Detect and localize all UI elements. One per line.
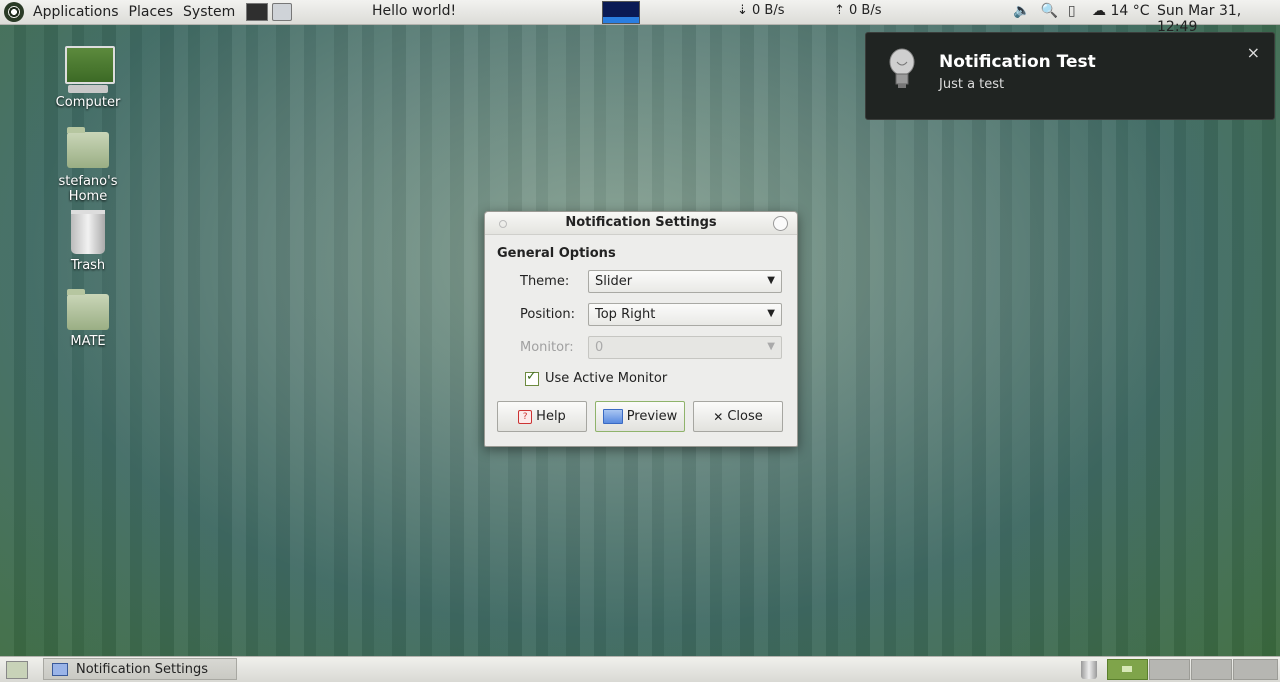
workspace-4[interactable] (1233, 659, 1278, 680)
help-button-label: Help (536, 409, 566, 424)
notification-settings-dialog: Notification Settings General Options Th… (484, 211, 798, 447)
use-active-monitor-checkbox[interactable]: Use Active Monitor (525, 369, 668, 386)
section-heading: General Options (497, 246, 616, 261)
notification-body: Just a test (939, 77, 1005, 92)
preview-button[interactable]: Preview (595, 401, 685, 432)
temperature-value: 14 °C (1110, 3, 1150, 19)
hello-text: Hello world! (372, 3, 457, 19)
dialog-title: Notification Settings (565, 215, 717, 230)
chevron-down-icon: ▼ (767, 308, 775, 319)
chevron-down-icon: ▼ (767, 341, 775, 352)
search-icon[interactable]: 🔍 (1040, 3, 1057, 19)
window-close-icon[interactable] (773, 216, 788, 231)
desktop-icon-label: Trash (70, 258, 106, 273)
desktop-icon-label: MATE (70, 334, 106, 349)
chevron-down-icon: ▼ (767, 275, 775, 286)
trash-applet-icon[interactable] (1081, 661, 1097, 679)
net-up-value: 0 B/s (849, 3, 882, 18)
workspace-2[interactable] (1149, 659, 1190, 680)
monitor-select: 0 ▼ (588, 336, 782, 359)
workspace-1[interactable] (1107, 659, 1148, 680)
weather-readout[interactable]: ☁ 14 °C (1092, 3, 1150, 19)
position-label: Position: (520, 307, 575, 322)
system-tray: 🔈 🔍 ▯ (1013, 3, 1076, 19)
desktop-icon-label: stefano's Home (58, 174, 118, 204)
taskbar-button-notification-settings[interactable]: Notification Settings (43, 658, 237, 680)
desktop-icon-trash[interactable]: Trash (43, 210, 133, 273)
theme-select-value: Slider (595, 274, 633, 289)
preview-button-label: Preview (626, 409, 678, 424)
monitor-select-value: 0 (595, 340, 604, 355)
terminal-launcher-icon[interactable] (246, 3, 269, 21)
taskbar-button-label: Notification Settings (76, 661, 209, 677)
menu-places[interactable]: Places (124, 4, 179, 20)
use-active-monitor-label: Use Active Monitor (545, 371, 668, 386)
desktop-icon-computer[interactable]: Computer (43, 46, 133, 110)
window-icon (52, 662, 68, 676)
lightbulb-icon (889, 48, 915, 88)
help-icon: ? (518, 409, 533, 424)
position-select-value: Top Right (595, 307, 656, 322)
desktop-icon-mate[interactable]: MATE (43, 289, 133, 349)
home-folder-icon (67, 127, 109, 168)
battery-icon[interactable]: ▯ (1068, 3, 1076, 19)
trash-icon (71, 210, 105, 254)
show-desktop-icon[interactable] (6, 661, 28, 679)
desktop-icon-label: Computer (55, 95, 121, 110)
help-button[interactable]: ? Help (497, 401, 587, 432)
theme-select[interactable]: Slider ▼ (588, 270, 782, 293)
computer-icon (65, 46, 115, 93)
menu-system[interactable]: System (178, 4, 240, 20)
close-icon: ✕ (713, 409, 724, 424)
system-monitor-graph[interactable] (602, 1, 640, 24)
close-icon[interactable]: × (1247, 43, 1260, 62)
theme-label: Theme: (520, 274, 570, 289)
net-up-readout: ⇡ 0 B/s (834, 3, 882, 18)
net-down-readout: ⇣ 0 B/s (737, 3, 785, 18)
net-down-value: 0 B/s (752, 3, 785, 18)
desktop-icon-home[interactable]: stefano's Home (43, 127, 133, 204)
mate-logo-icon[interactable] (4, 2, 24, 22)
close-button-label: Close (727, 409, 763, 424)
menu-applications[interactable]: Applications (28, 4, 124, 20)
close-button[interactable]: ✕ Close (693, 401, 783, 432)
screenshot-launcher-icon[interactable] (272, 3, 293, 21)
notification-title: Notification Test (939, 52, 1096, 72)
monitor-label: Monitor: (520, 340, 574, 355)
folder-icon (67, 289, 109, 330)
checkbox-checked-icon[interactable] (525, 369, 539, 386)
preview-icon (602, 409, 623, 424)
bottom-panel: Notification Settings (0, 656, 1280, 682)
notification-bubble[interactable]: Notification Test Just a test × (865, 32, 1275, 120)
clock[interactable]: Sun Mar 31, 12:49 (1157, 3, 1280, 35)
position-select[interactable]: Top Right ▼ (588, 303, 782, 326)
workspace-3[interactable] (1191, 659, 1232, 680)
volume-icon[interactable]: 🔈 (1013, 3, 1030, 19)
dialog-titlebar[interactable]: Notification Settings (485, 212, 797, 235)
top-panel: Applications Places System Hello world! … (0, 0, 1280, 35)
